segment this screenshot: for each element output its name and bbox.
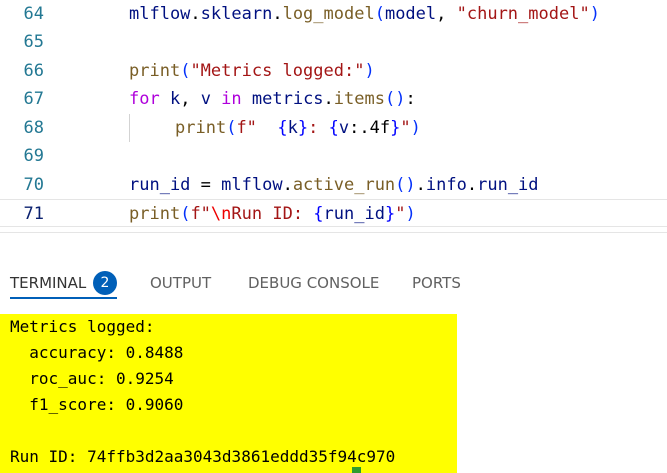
code-editor[interactable]: 64 mlflow.sklearn.log_model(model, "chur… [0,0,667,232]
terminal-line: Metrics logged: [10,317,155,336]
code-line[interactable]: 66 print("Metrics logged:") [0,57,667,85]
code-text: for k, v in metrics.items(): [129,89,416,109]
code-line[interactable]: 70 run_id = mlflow.active_run().info.run… [0,171,667,199]
terminal-line: accuracy: 0.8488 [10,343,184,362]
code-text: mlflow.sklearn.log_model(model, "churn_m… [129,4,600,24]
active-tab-indicator [10,297,117,299]
line-number: 71 [23,204,44,224]
tab-debug-console[interactable]: DEBUG CONSOLE [248,271,379,295]
terminal-line: roc_auc: 0.9254 [10,369,174,388]
line-number: 69 [23,146,44,166]
code-line[interactable]: 67 for k, v in metrics.items(): [0,85,667,113]
indent-guide [129,114,130,142]
code-line[interactable]: 68 print(f" {k}: {v:.4f}") [0,114,667,142]
terminal-count-badge: 2 [93,271,117,295]
panel-tabs: TERMINAL 2 OUTPUT DEBUG CONSOLE PORTS [0,233,667,303]
line-number: 68 [23,118,44,138]
line-number: 64 [23,4,44,24]
line-number: 67 [23,89,44,109]
tab-ports[interactable]: PORTS [412,271,461,295]
code-text: print("Metrics logged:") [129,61,375,81]
code-line[interactable]: 65 [0,28,667,56]
code-line-current[interactable]: 71 print(f"\nRun ID: {run_id}") [0,199,667,227]
tab-terminal[interactable]: TERMINAL [10,271,86,295]
line-number: 66 [23,61,44,81]
code-text: print(f"\nRun ID: {run_id}") [129,204,416,224]
line-number: 70 [23,175,44,195]
code-text: run_id = mlflow.active_run().info.run_id [129,175,539,195]
code-line[interactable]: 69 [0,142,667,170]
code-text: print(f" {k}: {v:.4f}") [175,118,421,138]
line-number: 65 [23,32,44,52]
bottom-panel: TERMINAL 2 OUTPUT DEBUG CONSOLE PORTS Me… [0,232,667,473]
code-line[interactable]: 64 mlflow.sklearn.log_model(model, "chur… [0,0,667,28]
terminal-line: f1_score: 0.9060 [10,395,184,414]
terminal-line: Run ID: 74ffb3d2aa3043d3861eddd35f94c970 [10,447,396,466]
tab-output[interactable]: OUTPUT [150,271,211,295]
terminal-output[interactable]: Metrics logged: accuracy: 0.8488 roc_auc… [0,314,457,473]
terminal-cursor [352,467,361,473]
